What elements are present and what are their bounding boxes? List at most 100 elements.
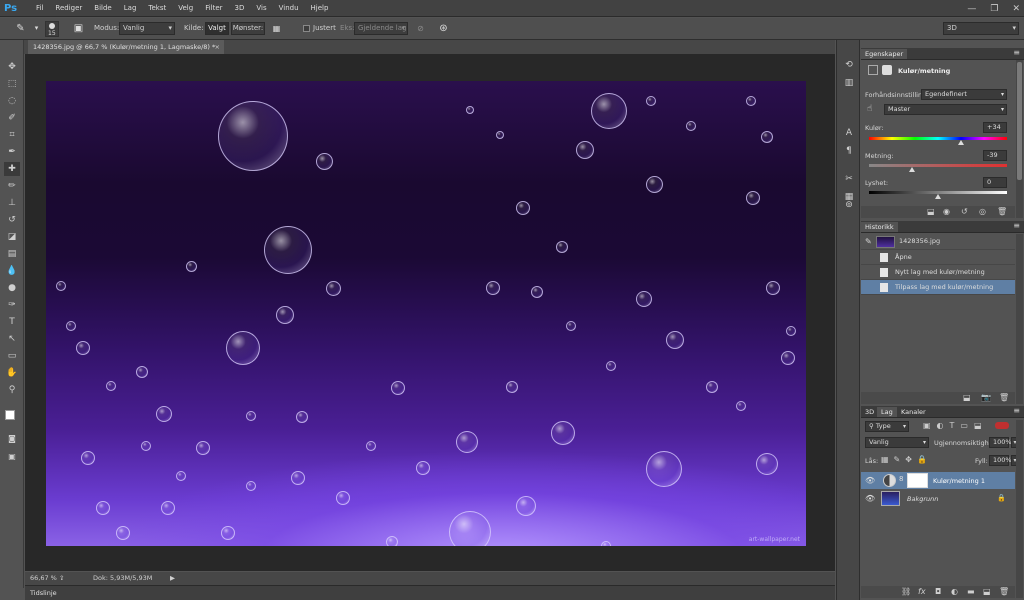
- export-icon[interactable]: ⇪: [59, 574, 64, 582]
- eraser-tool-icon[interactable]: ◪: [4, 230, 20, 244]
- clone-source-icon[interactable]: ⊚: [842, 198, 856, 212]
- visibility-icon[interactable]: ◎: [979, 207, 986, 216]
- menu-file[interactable]: Fil: [30, 0, 49, 17]
- menu-view[interactable]: Vis: [250, 0, 272, 17]
- character-panel-icon[interactable]: A: [842, 126, 856, 140]
- layer-filter-icons[interactable]: ▣◐T▭⬓: [923, 421, 988, 430]
- menu-window[interactable]: Vindu: [273, 0, 305, 17]
- eye-icon[interactable]: 👁: [865, 476, 875, 485]
- tab-3d[interactable]: 3D: [861, 407, 879, 417]
- paragraph-panel-icon[interactable]: ¶: [842, 144, 856, 158]
- delete-icon[interactable]: 🗑: [997, 207, 1007, 216]
- clone-stamp-tool-icon[interactable]: ✎: [14, 22, 27, 35]
- lightness-slider-knob[interactable]: [935, 194, 941, 199]
- clip-to-layer-icon[interactable]: ⬓: [927, 207, 935, 216]
- blur-tool-icon[interactable]: 💧: [4, 264, 20, 278]
- menu-select[interactable]: Velg: [172, 0, 199, 17]
- history-item-selected[interactable]: Tilpass lag med kulør/metning: [861, 280, 1015, 295]
- minimize-icon[interactable]: —: [967, 4, 976, 14]
- history-scrollbar[interactable]: [1016, 234, 1023, 404]
- link-layers-icon[interactable]: ⛓: [901, 587, 911, 596]
- sample-select[interactable]: Gjeldende lag: [354, 22, 408, 35]
- menu-help[interactable]: Hjelp: [305, 0, 335, 17]
- channel-select[interactable]: Master: [884, 104, 1007, 115]
- gradient-tool-icon[interactable]: ▤: [4, 247, 20, 261]
- path-selection-tool-icon[interactable]: ↖: [4, 332, 20, 346]
- properties-scrollbar[interactable]: [1016, 60, 1023, 218]
- add-mask-icon[interactable]: ◘: [935, 587, 941, 596]
- layer-style-icon[interactable]: fx: [918, 587, 926, 596]
- tool-presets-icon[interactable]: ✂: [842, 172, 856, 186]
- source-sampled-button[interactable]: Valgt: [205, 22, 229, 35]
- hue-slider-track[interactable]: [869, 137, 1007, 140]
- screen-mode-icon[interactable]: ▣: [4, 450, 20, 464]
- quick-mask-icon[interactable]: ◙: [4, 432, 20, 446]
- history-snapshot[interactable]: ✎ 1428356.jpg: [861, 234, 1015, 250]
- hand-tool-icon[interactable]: ✋: [4, 366, 20, 380]
- adjustment-icon[interactable]: [868, 65, 878, 75]
- panel-menu-icon[interactable]: ≡: [1013, 48, 1020, 57]
- menu-image[interactable]: Bilde: [88, 0, 117, 17]
- document-tab[interactable]: 1428356.jpg @ 66,7 % (Kulør/metning 1, L…: [28, 40, 224, 54]
- zoom-level[interactable]: 66,67 %: [30, 574, 57, 582]
- tab-layers[interactable]: Lag: [877, 407, 897, 417]
- timeline-tab[interactable]: Tidslinje: [25, 585, 835, 600]
- targeted-adjust-hand-icon[interactable]: ☝: [867, 104, 872, 114]
- canvas-area[interactable]: art-wallpaper.net: [25, 54, 835, 571]
- preset-select[interactable]: Egendefinert: [921, 89, 1007, 100]
- reset-icon[interactable]: ↺: [961, 207, 968, 216]
- fill-value[interactable]: 100%: [989, 455, 1012, 466]
- tab-history[interactable]: Historikk: [861, 222, 898, 232]
- delete-state-icon[interactable]: 🗑: [999, 393, 1009, 402]
- clone-stamp-tool-icon[interactable]: ⊥: [4, 196, 20, 210]
- workspace-select[interactable]: 3D: [943, 22, 1019, 35]
- mode-select[interactable]: Vanlig: [119, 22, 175, 35]
- pattern-picker-icon[interactable]: ▦: [270, 22, 283, 35]
- foreground-color-swatch[interactable]: [5, 410, 15, 420]
- pen-tool-icon[interactable]: ✑: [4, 298, 20, 312]
- document-image[interactable]: art-wallpaper.net: [46, 81, 806, 546]
- properties-panel-icon[interactable]: ▥: [842, 76, 856, 90]
- clone-source-panel-icon[interactable]: ▣: [72, 22, 85, 35]
- new-group-icon[interactable]: ▬: [967, 587, 975, 596]
- chain-icon[interactable]: 8: [899, 475, 903, 483]
- zoom-tool-icon[interactable]: ⚲: [4, 383, 20, 397]
- type-tool-icon[interactable]: T: [4, 315, 20, 329]
- eyedropper-tool-icon[interactable]: ✒: [4, 145, 20, 159]
- brush-preset-picker[interactable]: 15: [45, 21, 59, 37]
- layers-scrollbar[interactable]: [1016, 420, 1023, 598]
- lightness-value[interactable]: 0: [983, 177, 1007, 188]
- mask-icon[interactable]: [882, 65, 892, 75]
- history-item[interactable]: Åpne: [861, 250, 1015, 265]
- delete-layer-icon[interactable]: 🗑: [999, 587, 1009, 596]
- menu-layer[interactable]: Lag: [118, 0, 143, 17]
- filter-toggle[interactable]: [995, 422, 1009, 429]
- new-adjustment-layer-icon[interactable]: ◐: [951, 587, 958, 596]
- menu-edit[interactable]: Rediger: [49, 0, 88, 17]
- tablet-pressure-icon[interactable]: ⊛: [437, 22, 450, 35]
- brush-tool-icon[interactable]: ✏: [4, 179, 20, 193]
- lasso-tool-icon[interactable]: ◌: [4, 94, 20, 108]
- saturation-value[interactable]: -39: [983, 150, 1007, 161]
- history-panel-icon[interactable]: ⟲: [842, 58, 856, 72]
- close-tab-icon[interactable]: ×: [215, 40, 220, 54]
- crop-tool-icon[interactable]: ⌗: [4, 128, 20, 142]
- healing-brush-tool-icon[interactable]: ✚: [4, 162, 20, 176]
- restore-icon[interactable]: ❐: [990, 4, 998, 14]
- hue-slider-knob[interactable]: [958, 140, 965, 145]
- menu-filter[interactable]: Filter: [199, 0, 228, 17]
- quick-select-tool-icon[interactable]: ✐: [4, 111, 20, 125]
- align-checkbox[interactable]: [303, 25, 310, 32]
- layer-filter-select[interactable]: ⚲ Type: [865, 421, 909, 432]
- new-layer-icon[interactable]: ⬓: [983, 587, 991, 596]
- tab-properties[interactable]: Egenskaper: [861, 49, 908, 59]
- close-icon[interactable]: ✕: [1012, 4, 1020, 14]
- history-item[interactable]: Nytt lag med kulør/metning: [861, 265, 1015, 280]
- ignore-adjustment-layers-icon[interactable]: ⊘: [414, 22, 427, 35]
- layer-mask-thumbnail[interactable]: [907, 473, 928, 488]
- properties-scroll-thumb[interactable]: [1017, 62, 1022, 180]
- lock-icons[interactable]: ▦✎✥🔒: [881, 455, 932, 464]
- opacity-value[interactable]: 100%: [989, 437, 1012, 448]
- blend-mode-select[interactable]: Vanlig: [865, 437, 929, 448]
- view-previous-icon[interactable]: ◉: [943, 207, 950, 216]
